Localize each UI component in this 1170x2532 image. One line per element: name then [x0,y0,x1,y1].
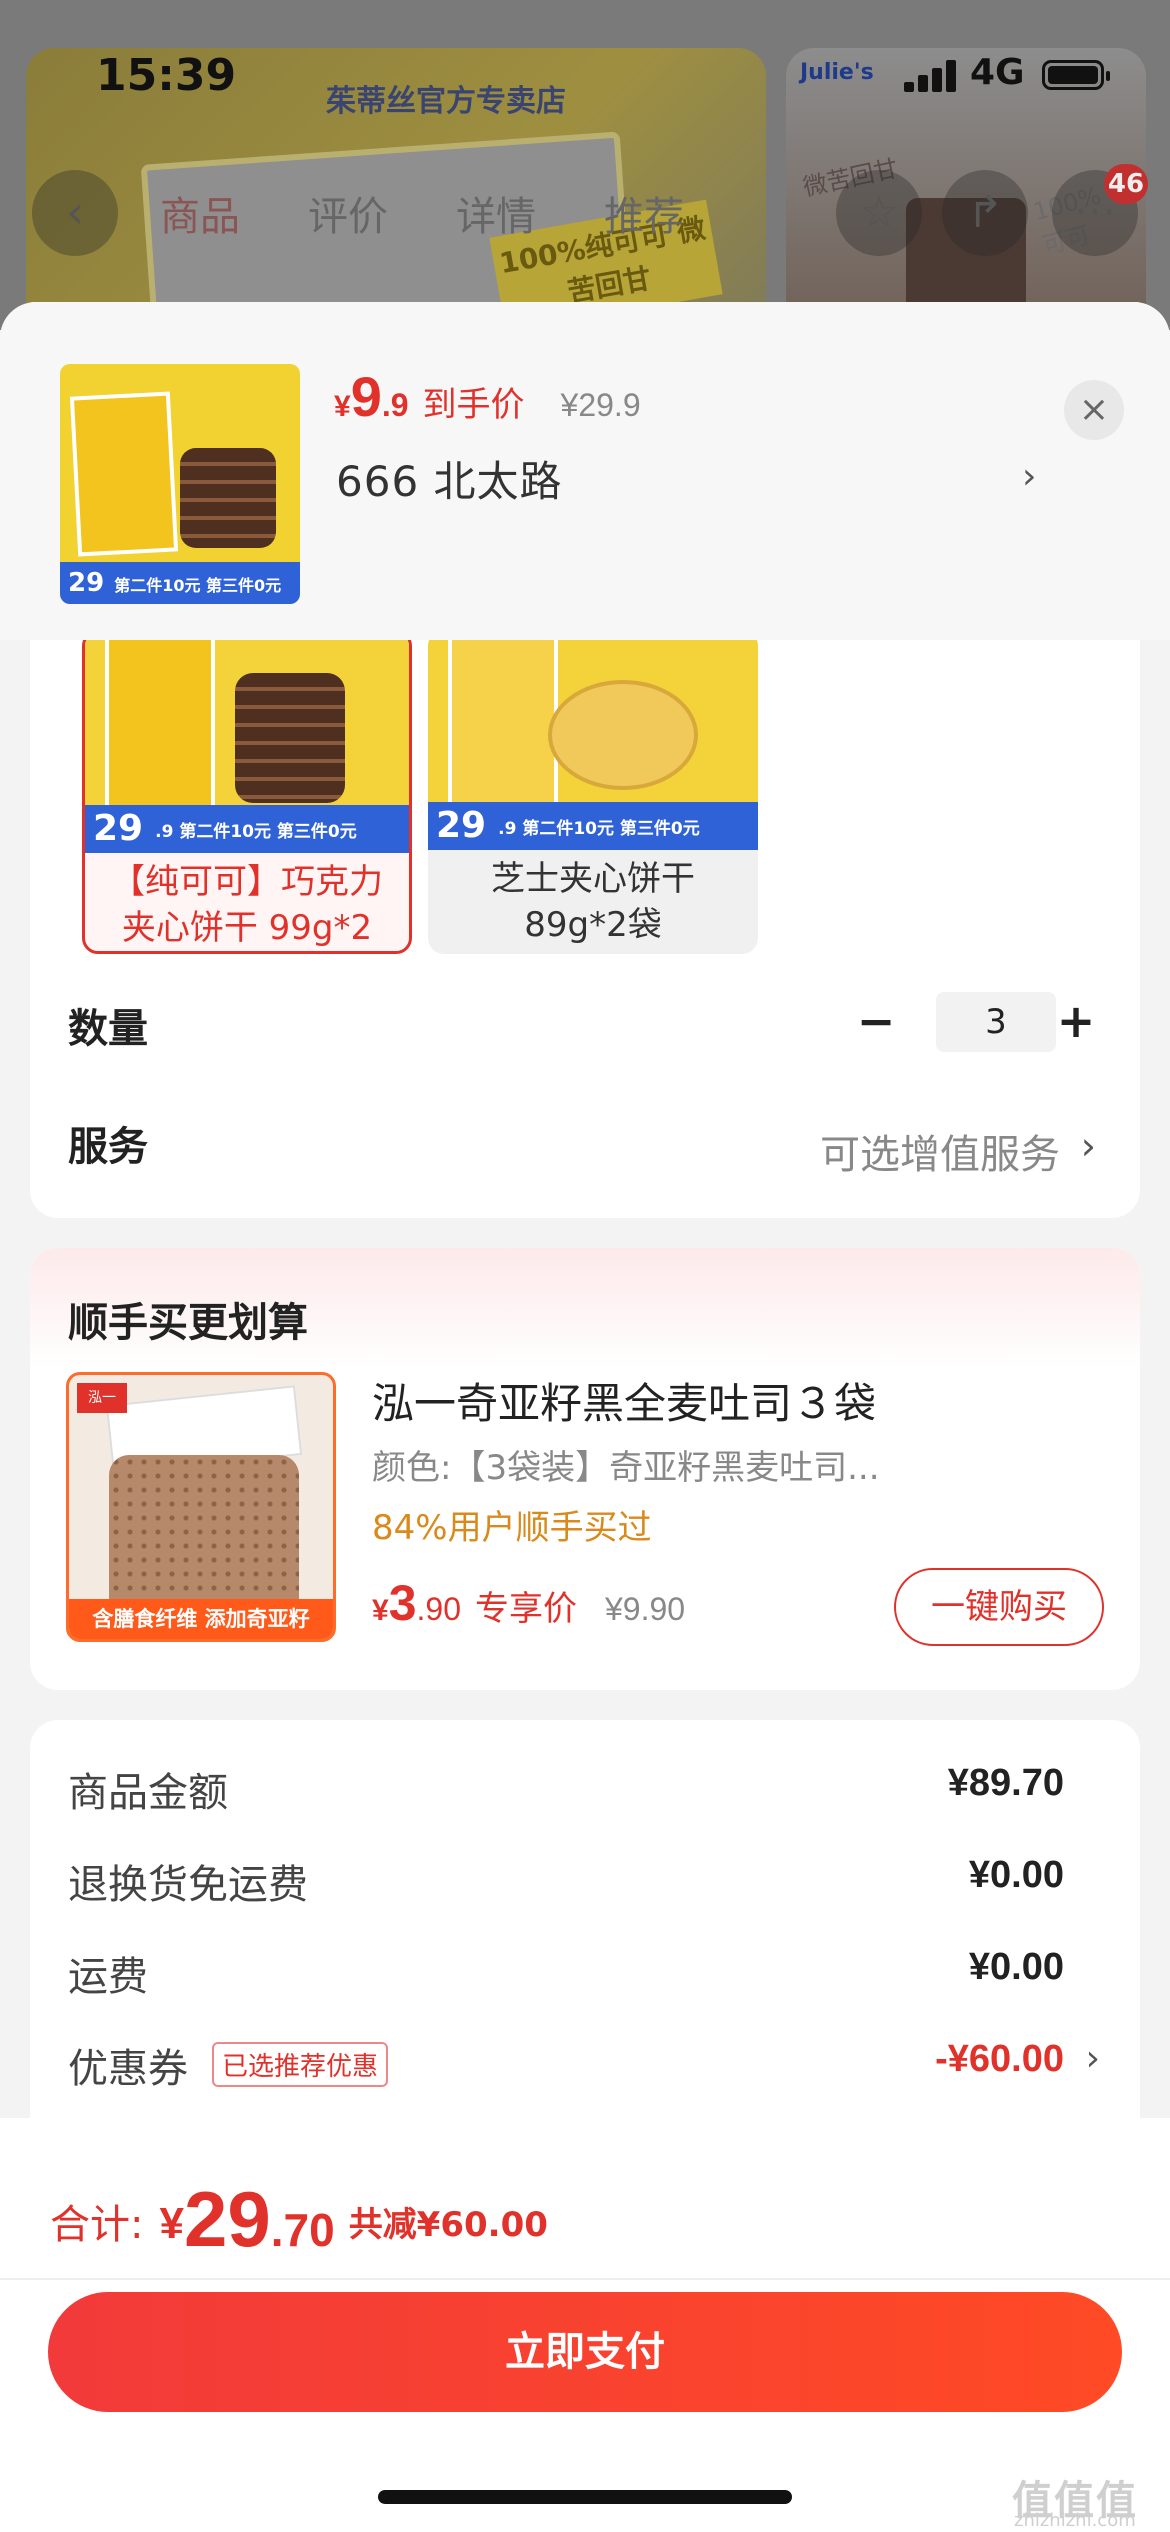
option-name: 【纯可可】巧克力夹心饼干 99g*2 [111,862,383,948]
original-price: ¥29.9 [560,387,641,423]
increase-button[interactable]: + [1046,992,1106,1052]
service-value[interactable]: 可选增值服务 [820,1122,1060,1180]
bundle-logo: 泓一 [77,1383,127,1413]
order-total: 合计: ¥29.70 共减¥60.00 [50,2175,548,2263]
checkout-footer: 合计: ¥29.70 共减¥60.00 立即支付 [0,2118,1170,2532]
network-type: 4G [970,52,1025,93]
tab-details[interactable]: 详情 [456,194,536,240]
status-bar: 15:39 Julie's 4G [0,0,1170,120]
bundle-deal-card: 顺手买更划算 泓一 含膳食纤维 添加奇亚籽 泓一奇亚籽黑全麦吐司３袋 颜色:【3… [30,1248,1140,1690]
service-label: 服务 [68,1124,148,1170]
option-chocolate[interactable]: 29.9 第二件10元 第三件0元 【纯可可】巧克力夹心饼干 99g*2 [82,630,412,954]
bundle-product-image[interactable]: 泓一 含膳食纤维 添加奇亚籽 [66,1372,336,1642]
brand-logo: Julie's [800,60,874,85]
summary-row-shipping: 运费 ¥0.00 [68,1946,1064,2000]
close-icon[interactable]: × [1064,380,1124,440]
share-icon[interactable]: ↱ [942,170,1028,256]
sheet-header: 29 第二件10元 第三件0元 ¥9.9 到手价 ¥29.9 666 北太路 › × [0,302,1170,640]
summary-row-goods: 商品金额 ¥89.70 [68,1762,1064,1816]
thumb-promo-strip: 29 第二件10元 第三件0元 [60,562,300,604]
home-indicator [378,2490,792,2504]
decrease-button[interactable]: − [846,992,906,1052]
tab-reviews[interactable]: 评价 [308,194,388,240]
chevron-right-icon[interactable]: › [1081,1124,1096,1168]
bundle-purchase-note: 84%用户顺手买过 [372,1508,652,1548]
summary-row-return-shipping: 退换货免运费 ¥0.00 [68,1854,1064,1908]
cart-badge: 46 [1104,164,1148,204]
quantity-stepper: − 3 + [846,992,1106,1052]
bundle-product-title[interactable]: 泓一奇亚籽黑全麦吐司３袋 [372,1370,876,1431]
option-promo-strip: 29.9 第二件10元 第三件0元 [428,802,758,850]
product-nav-bar: ‹ 商品 评价 详情 推荐 ☆ ↱ ··· [0,170,1170,256]
selected-product-thumbnail: 29 第二件10元 第三件0元 [60,364,300,604]
chevron-right-icon[interactable]: › [1086,2038,1100,2079]
battery-icon [1042,60,1110,90]
tab-product[interactable]: 商品 [160,194,240,240]
option-name: 芝士夹心饼干 89g*2袋 [491,859,695,945]
bundle-image-bar: 含膳食纤维 添加奇亚籽 [69,1599,333,1639]
favorite-icon[interactable]: ☆ [836,170,922,256]
quantity-label: 数量 [68,1006,148,1052]
chevron-right-icon[interactable]: › [1022,456,1036,497]
status-time: 15:39 [96,50,237,101]
option-promo-strip: 29.9 第二件10元 第三件0元 [85,805,409,853]
bundle-product-spec: 颜色:【3袋装】奇亚籽黑麦吐司... [372,1448,880,1488]
total-saved: 共减¥60.00 [348,2205,548,2245]
summary-row-coupon[interactable]: 优惠券 已选推荐优惠 -¥60.00 › [30,2036,1140,2096]
coupon-tag: 已选推荐优惠 [212,2042,389,2087]
back-icon[interactable]: ‹ [32,170,118,256]
bundle-price: ¥3.90 专享价 ¥9.90 [372,1575,686,1631]
nav-tabs: 商品 评价 详情 推荐 [160,184,752,242]
signal-icon [904,58,960,92]
bundle-title: 顺手买更划算 [68,1300,308,1346]
selected-spec[interactable]: 666 北太路 [336,448,563,509]
order-summary-card: 商品金额 ¥89.70 退换货免运费 ¥0.00 运费 ¥0.00 优惠券 已选推荐优… [30,1720,1140,2140]
pay-now-button[interactable]: 立即支付 [48,2292,1122,2412]
watermark-url: zhizhizhi.com [1014,2510,1136,2531]
one-click-buy-button[interactable]: 一键购买 [894,1568,1104,1646]
option-cheese[interactable]: 29.9 第二件10元 第三件0元 芝士夹心饼干 89g*2袋 [428,630,758,954]
quantity-input[interactable]: 3 [936,992,1056,1052]
tab-recommend[interactable]: 推荐 [604,194,684,240]
bundle-original-price: ¥9.90 [604,1591,686,1627]
sale-price: ¥9.9 到手价 ¥29.9 [334,365,641,428]
